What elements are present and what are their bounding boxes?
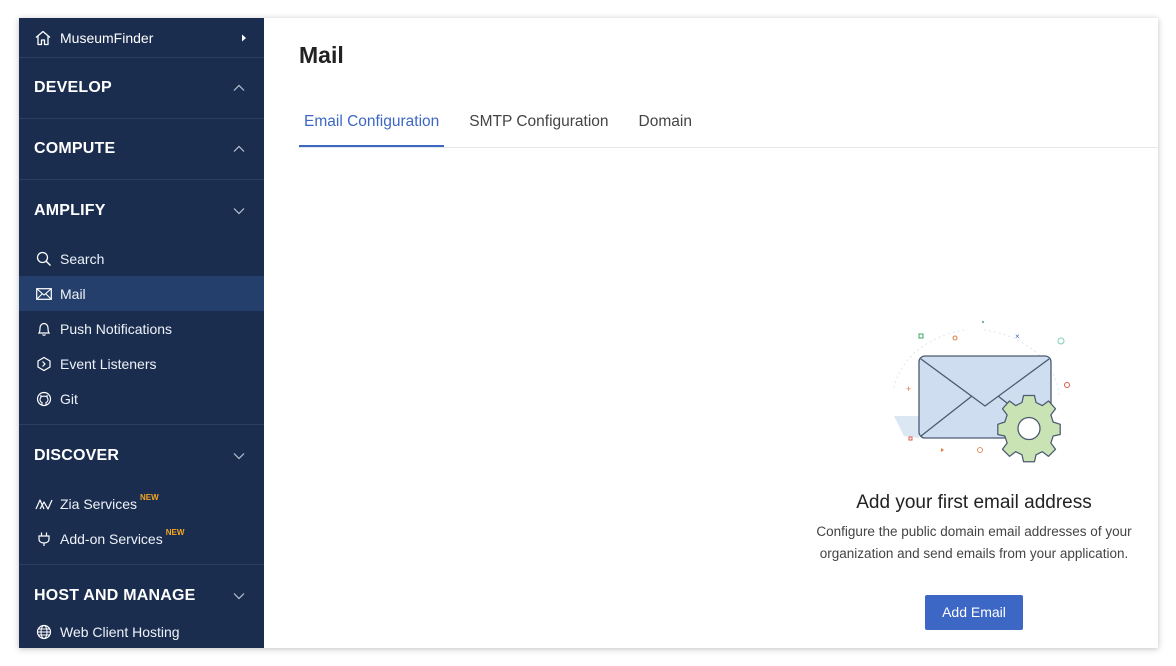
project-switcher[interactable]: MuseumFinder xyxy=(19,18,264,58)
empty-state-description-line: Configure the public domain email addres… xyxy=(816,524,1132,539)
tab-smtp-configuration[interactable]: SMTP Configuration xyxy=(464,102,613,147)
bell-icon xyxy=(35,320,53,338)
empty-state-title: Add your first email address xyxy=(856,492,1092,513)
mail-icon xyxy=(35,285,53,303)
section-discover-label: DISCOVER xyxy=(34,446,120,464)
section-amplify-label: AMPLIFY xyxy=(34,201,106,219)
tab-domain[interactable]: Domain xyxy=(634,102,697,147)
github-icon xyxy=(35,390,53,408)
section-compute[interactable]: COMPUTE xyxy=(19,119,264,180)
plug-icon xyxy=(35,530,53,548)
tab-email-configuration[interactable]: Email Configuration xyxy=(299,102,445,147)
sidebar-item-add-on-services[interactable]: Add-on Services NEW xyxy=(19,521,264,556)
sidebar: MuseumFinder DEVELOP COMPUTE AMPLIFY Sea… xyxy=(19,18,264,648)
sidebar-item-label: Push Notifications xyxy=(60,320,173,337)
sidebar-item-web-client-hosting[interactable]: Web Client Hosting xyxy=(19,614,264,648)
sidebar-item-label: Zia Services xyxy=(60,495,138,512)
chevron-down-icon xyxy=(229,201,249,221)
tab-bar: Email Configuration SMTP Configuration D… xyxy=(299,102,1158,148)
sidebar-item-zia-services[interactable]: Zia Services NEW xyxy=(19,486,264,521)
search-icon xyxy=(35,250,53,268)
app-window: MuseumFinder DEVELOP COMPUTE AMPLIFY Sea… xyxy=(19,18,1158,648)
chevron-down-icon xyxy=(229,446,249,466)
sidebar-item-label: Event Listeners xyxy=(60,355,157,372)
home-icon xyxy=(34,29,52,47)
sidebar-item-git[interactable]: Git xyxy=(19,381,264,416)
globe-icon xyxy=(35,623,53,641)
event-listener-icon xyxy=(35,355,53,373)
section-develop[interactable]: DEVELOP xyxy=(19,58,264,119)
section-compute-label: COMPUTE xyxy=(34,140,116,157)
group-amplify: AMPLIFY Search Mail Push Notifications E… xyxy=(19,180,264,425)
sidebar-item-push-notifications[interactable]: Push Notifications xyxy=(19,311,264,346)
svg-text:+: + xyxy=(906,384,911,394)
sidebar-item-label: Mail xyxy=(60,285,86,302)
section-discover[interactable]: DISCOVER xyxy=(19,425,264,486)
group-discover: DISCOVER Zia Services NEW Add-on Service… xyxy=(19,425,264,565)
empty-state: × + Add your first email address Configu… xyxy=(784,318,1158,630)
sidebar-item-event-listeners[interactable]: Event Listeners xyxy=(19,346,264,381)
group-host: HOST AND MANAGE Web Client Hosting xyxy=(19,565,264,648)
caret-right-icon[interactable] xyxy=(239,33,249,43)
new-badge: NEW xyxy=(165,528,185,537)
new-badge: NEW xyxy=(140,493,159,502)
sidebar-item-label: Search xyxy=(60,250,105,267)
chevron-down-icon xyxy=(229,586,249,606)
project-name: MuseumFinder xyxy=(60,29,154,46)
sidebar-item-label: Add-on Services xyxy=(60,530,163,547)
empty-state-description: Configure the public domain email addres… xyxy=(784,521,1158,565)
section-host-label: HOST AND MANAGE xyxy=(34,586,196,604)
sidebar-item-mail[interactable]: Mail xyxy=(19,276,264,311)
sidebar-item-search[interactable]: Search xyxy=(19,241,264,276)
zia-icon xyxy=(35,495,53,513)
main-content: Mail Email Configuration SMTP Configurat… xyxy=(264,18,1158,648)
section-develop-label: DEVELOP xyxy=(34,79,112,96)
chevron-up-icon xyxy=(229,139,249,159)
chevron-up-icon xyxy=(229,78,249,98)
mail-settings-illustration: × + xyxy=(893,321,1070,463)
svg-text:×: × xyxy=(1015,332,1020,341)
sidebar-item-label: Git xyxy=(60,390,78,407)
sidebar-item-label: Web Client Hosting xyxy=(60,623,180,640)
section-amplify[interactable]: AMPLIFY xyxy=(19,180,264,241)
add-email-button[interactable]: Add Email xyxy=(925,595,1023,630)
empty-state-description-line: organization and send emails from your a… xyxy=(819,546,1129,561)
page-title: Mail xyxy=(299,42,344,68)
